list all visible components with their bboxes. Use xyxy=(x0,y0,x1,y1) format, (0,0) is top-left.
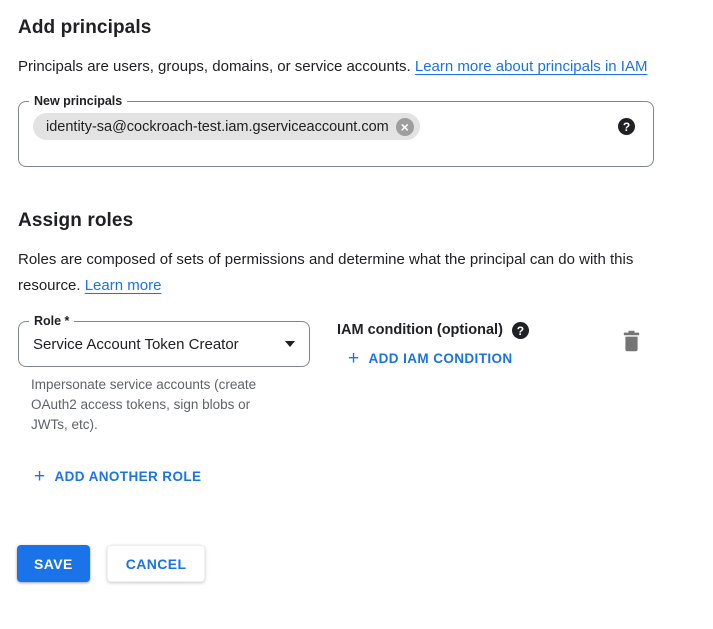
new-principals-field[interactable]: New principals identity-sa@cockroach-tes… xyxy=(18,101,654,167)
add-iam-condition-button[interactable]: + ADD IAM CONDITION xyxy=(348,350,513,368)
add-principals-panel: Add principals Principals are users, gro… xyxy=(0,0,713,629)
action-bar: SAVE CANCEL xyxy=(17,545,695,582)
principal-chip-value: identity-sa@cockroach-test.iam.gservicea… xyxy=(46,119,389,135)
assign-roles-title: Assign roles xyxy=(18,209,695,233)
add-another-role-label: ADD ANOTHER ROLE xyxy=(55,468,202,486)
role-row: Role * Service Account Token Creator Imp… xyxy=(18,321,695,435)
iam-condition-label: IAM condition (optional) xyxy=(337,321,503,340)
principals-description: Principals are users, groups, domains, o… xyxy=(18,54,663,80)
iam-condition-label-row: IAM condition (optional) ? xyxy=(337,321,529,340)
cancel-button[interactable]: CANCEL xyxy=(107,545,206,582)
trash-icon xyxy=(622,330,641,352)
role-select[interactable]: Role * Service Account Token Creator xyxy=(18,321,310,367)
add-iam-condition-label: ADD IAM CONDITION xyxy=(369,350,513,368)
iam-condition-help-icon[interactable]: ? xyxy=(512,322,529,339)
page-title: Add principals xyxy=(18,16,695,40)
plus-icon: + xyxy=(34,469,46,485)
new-principals-label: New principals xyxy=(29,93,127,110)
iam-condition-column: IAM condition (optional) ? + ADD IAM CON… xyxy=(337,321,529,369)
add-another-role-button[interactable]: + ADD ANOTHER ROLE xyxy=(34,468,201,486)
learn-more-roles-link[interactable]: Learn more xyxy=(85,277,162,294)
principal-chip[interactable]: identity-sa@cockroach-test.iam.gservicea… xyxy=(33,113,420,140)
role-select-value: Service Account Token Creator xyxy=(33,336,277,353)
learn-more-principals-link[interactable]: Learn more about principals in IAM xyxy=(415,58,648,75)
role-helper-text: Impersonate service accounts (create OAu… xyxy=(31,375,279,435)
save-button[interactable]: SAVE xyxy=(17,545,90,582)
plus-icon: + xyxy=(348,351,360,367)
roles-description: Roles are composed of sets of permission… xyxy=(18,247,638,299)
role-column: Role * Service Account Token Creator Imp… xyxy=(18,321,310,435)
dropdown-arrow-icon xyxy=(285,341,295,347)
role-select-label: Role * xyxy=(29,313,74,330)
principals-description-text: Principals are users, groups, domains, o… xyxy=(18,58,411,75)
remove-principal-icon[interactable]: × xyxy=(396,118,414,136)
principals-help-icon[interactable]: ? xyxy=(618,118,635,135)
delete-role-button[interactable] xyxy=(622,330,641,352)
